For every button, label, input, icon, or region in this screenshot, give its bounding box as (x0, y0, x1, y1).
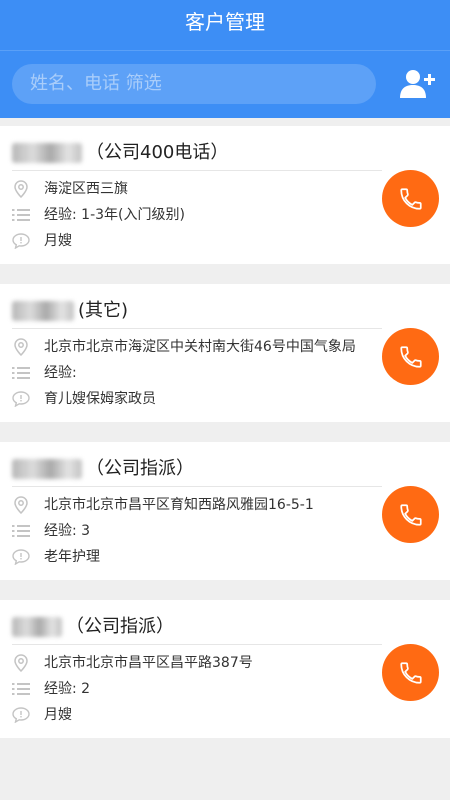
experience-row: 经验: 2 (12, 678, 90, 700)
location-pin-icon (12, 338, 30, 356)
address-text: 北京市北京市昌平区昌平路387号 (44, 655, 253, 671)
redacted-name (12, 617, 62, 637)
address-text: 北京市北京市海淀区中关村南大街46号中国气象局 (44, 339, 356, 355)
call-button[interactable] (382, 486, 439, 543)
experience-text: 经验: (44, 365, 77, 381)
customer-name: (其它) (12, 298, 128, 324)
card-divider (12, 644, 382, 645)
customer-name: （公司指派） (12, 456, 194, 482)
list-icon (12, 206, 30, 224)
list-icon (12, 364, 30, 382)
card-divider (12, 328, 382, 329)
card-divider (12, 170, 382, 171)
card-divider (12, 486, 382, 487)
service-row: 育儿嫂保姆家政员 (12, 388, 156, 410)
customer-source: （公司指派） (66, 616, 174, 637)
phone-icon (399, 503, 422, 526)
address-row: 海淀区西三旗 (12, 178, 128, 200)
location-pin-icon (12, 180, 30, 198)
service-text: 育儿嫂保姆家政员 (44, 391, 156, 407)
experience-row: 经验: 1-3年(入门级别) (12, 204, 185, 226)
service-text: 老年护理 (44, 549, 100, 565)
search-input[interactable]: 姓名、电话 筛选 (12, 64, 376, 104)
customer-card[interactable]: （公司指派） 北京市北京市昌平区昌平路387号 经验: 2 月嫂 (0, 600, 450, 738)
customer-card[interactable]: (其它) 北京市北京市海淀区中关村南大街46号中国气象局 经验: 育儿嫂保姆家政… (0, 284, 450, 422)
experience-text: 经验: 2 (44, 681, 91, 697)
search-placeholder: 姓名、电话 筛选 (30, 73, 162, 94)
page-title: 客户管理 (185, 10, 265, 34)
header-divider (0, 50, 450, 51)
address-text: 海淀区西三旗 (44, 181, 128, 197)
add-user-icon (400, 70, 435, 98)
experience-row: 经验: 3 (12, 520, 90, 542)
service-row: 月嫂 (12, 704, 72, 726)
comment-icon (12, 706, 30, 724)
customer-card[interactable]: （公司指派） 北京市北京市昌平区育知西路风雅园16-5-1 经验: 3 老年护理 (0, 442, 450, 580)
list-icon (12, 680, 30, 698)
customer-name: （公司指派） (12, 614, 174, 640)
customer-source: （公司400电话） (86, 142, 229, 163)
redacted-name (12, 143, 82, 163)
location-pin-icon (12, 496, 30, 514)
experience-text: 经验: 3 (44, 523, 91, 539)
call-button[interactable] (382, 644, 439, 701)
address-row: 北京市北京市昌平区育知西路风雅园16-5-1 (12, 494, 314, 516)
redacted-name (12, 459, 82, 479)
phone-icon (399, 345, 422, 368)
customer-source: （公司指派） (86, 458, 194, 479)
service-text: 月嫂 (44, 233, 72, 249)
service-text: 月嫂 (44, 707, 72, 723)
comment-icon (12, 232, 30, 250)
call-button[interactable] (382, 170, 439, 227)
customer-name: （公司400电话） (12, 140, 228, 166)
call-button[interactable] (382, 328, 439, 385)
list-icon (12, 522, 30, 540)
address-text: 北京市北京市昌平区育知西路风雅园16-5-1 (44, 497, 314, 513)
redacted-name (12, 301, 74, 321)
address-row: 北京市北京市昌平区昌平路387号 (12, 652, 253, 674)
comment-icon (12, 548, 30, 566)
address-row: 北京市北京市海淀区中关村南大街46号中国气象局 (12, 336, 356, 358)
customer-card[interactable]: （公司400电话） 海淀区西三旗 经验: 1-3年(入门级别) 月嫂 (0, 126, 450, 264)
experience-text: 经验: 1-3年(入门级别) (44, 207, 185, 223)
phone-icon (399, 187, 422, 210)
customer-source: (其它) (78, 300, 129, 321)
service-row: 月嫂 (12, 230, 72, 252)
comment-icon (12, 390, 30, 408)
add-customer-button[interactable] (400, 68, 436, 100)
app-header: 客户管理 姓名、电话 筛选 (0, 0, 450, 118)
service-row: 老年护理 (12, 546, 100, 568)
location-pin-icon (12, 654, 30, 672)
experience-row: 经验: (12, 362, 77, 384)
phone-icon (399, 661, 422, 684)
